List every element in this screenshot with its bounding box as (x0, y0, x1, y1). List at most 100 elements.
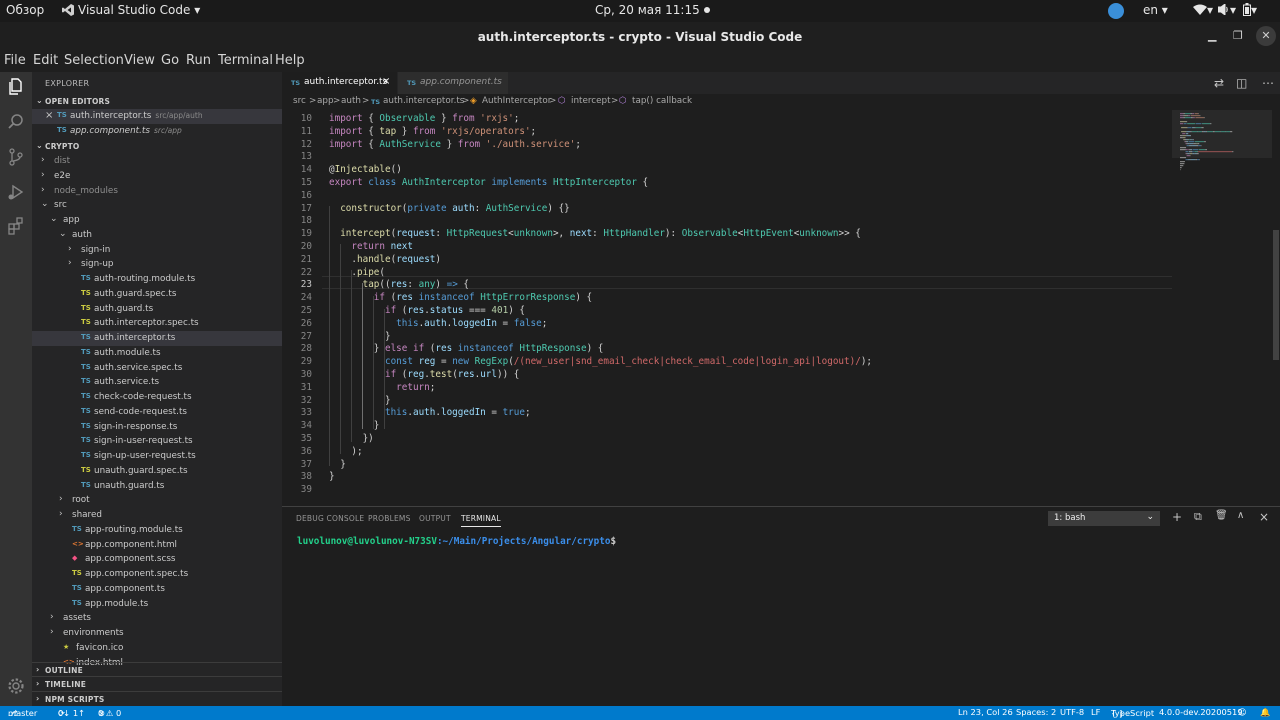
tab-problems[interactable]: PROBLEMS (368, 514, 411, 523)
tree-file[interactable]: ★ favicon.ico (32, 641, 282, 656)
tree-folder[interactable]: › shared (32, 508, 282, 523)
split-terminal-icon[interactable]: ⧉ (1194, 510, 1202, 524)
minimap[interactable] (1172, 110, 1272, 190)
tree-folder[interactable]: › sign-up (32, 257, 282, 272)
breadcrumb-item[interactable]: AuthInterceptor (482, 96, 551, 106)
tree-folder[interactable]: ⌄ app (32, 213, 282, 228)
tree-file[interactable]: TS app.module.ts (32, 597, 282, 612)
maximize-icon[interactable]: ❐ (1233, 29, 1243, 42)
tab-auth-interceptor[interactable]: TS auth.interceptor.ts × (282, 72, 397, 94)
maximize-panel-icon[interactable]: ∧ (1237, 510, 1244, 521)
project-header[interactable]: ⌄ CRYPTO (32, 139, 282, 154)
tree-file[interactable]: TS auth-routing.module.ts (32, 272, 282, 287)
activities-button[interactable]: Обзор (6, 3, 44, 17)
tree-file[interactable]: TS auth.service.spec.ts (32, 361, 282, 376)
explorer-icon[interactable] (6, 77, 26, 97)
tab-app-component[interactable]: TS app.component.ts (398, 72, 508, 94)
open-editor-item[interactable]: × TS auth.interceptor.ts src/app/auth (32, 109, 282, 124)
split-editor-icon[interactable]: ◫ (1236, 76, 1247, 90)
tree-file[interactable]: TS sign-in-user-request.ts (32, 434, 282, 449)
search-icon[interactable] (6, 112, 26, 132)
scrollbar-thumb[interactable] (1273, 230, 1279, 360)
tree-folder[interactable]: ⌄ src (32, 198, 282, 213)
indentation[interactable]: Spaces: 2 (1016, 707, 1056, 717)
code-editor[interactable]: 10 import { Observable } from 'rxjs'; 11 im… (282, 110, 1272, 506)
tree-file[interactable]: ◆ app.component.scss (32, 552, 282, 567)
app-menu[interactable]: Visual Studio Code ▾ (62, 3, 200, 17)
tree-folder[interactable]: › environments (32, 626, 282, 641)
tree-file[interactable]: TS auth.interceptor.spec.ts (32, 316, 282, 331)
tree-file[interactable]: TS sign-up-user-request.ts (32, 449, 282, 464)
tray-app-icon[interactable] (1108, 3, 1124, 19)
terminal-prompt[interactable]: luvolunov@luvolunov-N73SV:~/Main/Project… (297, 536, 616, 547)
language-indicator[interactable]: en ▾ (1143, 3, 1168, 17)
tree-file[interactable]: TS auth.module.ts (32, 346, 282, 361)
tree-folder[interactable]: ⌄ auth (32, 228, 282, 243)
tree-folder[interactable]: › dist (32, 154, 282, 169)
typescript-version[interactable]: 4.0.0-dev.20200519 (1159, 707, 1243, 717)
volume-menu[interactable]: ▾ (1217, 3, 1236, 17)
menu-edit[interactable]: Edit (33, 53, 58, 68)
tree-file[interactable]: TS unauth.guard.spec.ts (32, 464, 282, 479)
breadcrumb-item[interactable]: src (293, 96, 306, 106)
outline-header[interactable]: › OUTLINE (32, 662, 282, 677)
battery-menu[interactable]: ▾ (1243, 3, 1257, 17)
tree-file[interactable]: TS check-code-request.ts (32, 390, 282, 405)
breadcrumb-item[interactable]: intercept (571, 96, 611, 106)
run-debug-icon[interactable] (6, 182, 26, 202)
tree-file[interactable]: TS unauth.guard.ts (32, 479, 282, 494)
close-icon[interactable]: ✕ (1256, 26, 1276, 46)
tree-file[interactable]: <> app.component.html (32, 538, 282, 553)
end-of-line[interactable]: LF (1091, 707, 1100, 717)
menu-terminal[interactable]: Terminal (218, 53, 273, 68)
breadcrumb-item[interactable]: app (317, 96, 334, 106)
tree-file[interactable]: TS app-routing.module.ts (32, 523, 282, 538)
close-icon[interactable]: × (45, 110, 53, 121)
tree-folder[interactable]: › assets (32, 611, 282, 626)
notifications-bell-icon[interactable]: 🔔 (1260, 707, 1270, 718)
breadcrumb-item[interactable]: auth.interceptor.ts (383, 96, 464, 106)
cursor-position[interactable]: Ln 23, Col 26 (958, 707, 1013, 717)
open-changes-icon[interactable]: ⇄ (1214, 76, 1224, 90)
menu-go[interactable]: Go (161, 53, 179, 68)
tree-folder[interactable]: › root (32, 493, 282, 508)
clock[interactable]: Ср, 20 мая 11:15 (595, 3, 710, 17)
extensions-icon[interactable] (6, 216, 26, 236)
menu-file[interactable]: File (4, 53, 26, 68)
menu-view[interactable]: View (124, 53, 155, 68)
timeline-header[interactable]: › TIMELINE (32, 676, 282, 691)
breadcrumb-item[interactable]: tap() callback (632, 96, 692, 106)
tree-file[interactable]: TS send-code-request.ts (32, 405, 282, 420)
tree-folder[interactable]: › node_modules (32, 184, 282, 199)
menu-run[interactable]: Run (186, 53, 211, 68)
tab-debug-console[interactable]: DEBUG CONSOLE (296, 514, 364, 523)
tree-file[interactable]: TS auth.interceptor.ts (32, 331, 282, 346)
close-panel-icon[interactable]: × (1259, 510, 1269, 524)
editor-scrollbar[interactable] (1272, 110, 1280, 506)
more-actions-icon[interactable]: ⋯ (1262, 76, 1274, 90)
terminal-select[interactable]: 1: bash ⌄ (1048, 511, 1160, 526)
minimize-icon[interactable]: ▁ (1208, 29, 1216, 42)
tree-file[interactable]: TS auth.service.ts (32, 375, 282, 390)
npm-scripts-header[interactable]: › NPM SCRIPTS (32, 691, 282, 706)
tree-file[interactable]: TS app.component.spec.ts (32, 567, 282, 582)
tree-file[interactable]: TS auth.guard.ts (32, 302, 282, 317)
manage-gear-icon[interactable] (6, 676, 26, 696)
tab-output[interactable]: OUTPUT (419, 514, 451, 523)
new-terminal-icon[interactable]: + (1172, 510, 1182, 524)
trash-icon[interactable]: 🗑 (1215, 510, 1228, 521)
tree-file[interactable]: TS auth.guard.spec.ts (32, 287, 282, 302)
menu-selection[interactable]: Selection (64, 53, 124, 68)
open-editors-header[interactable]: ⌄ OPEN EDITORS (32, 94, 282, 109)
tree-folder[interactable]: › sign-in (32, 243, 282, 258)
wifi-menu[interactable]: ▾ (1193, 3, 1213, 17)
breadcrumb-item[interactable]: auth (341, 96, 361, 106)
menu-help[interactable]: Help (275, 53, 305, 68)
tree-folder[interactable]: › e2e (32, 169, 282, 184)
source-control-icon[interactable] (6, 147, 26, 167)
tab-terminal[interactable]: TERMINAL (461, 514, 501, 527)
feedback-icon[interactable]: ☺ (1238, 707, 1247, 717)
open-editor-item[interactable]: TS app.component.ts src/app (32, 124, 282, 139)
tree-file[interactable]: TS sign-in-response.ts (32, 420, 282, 435)
encoding[interactable]: UTF-8 (1060, 707, 1084, 717)
